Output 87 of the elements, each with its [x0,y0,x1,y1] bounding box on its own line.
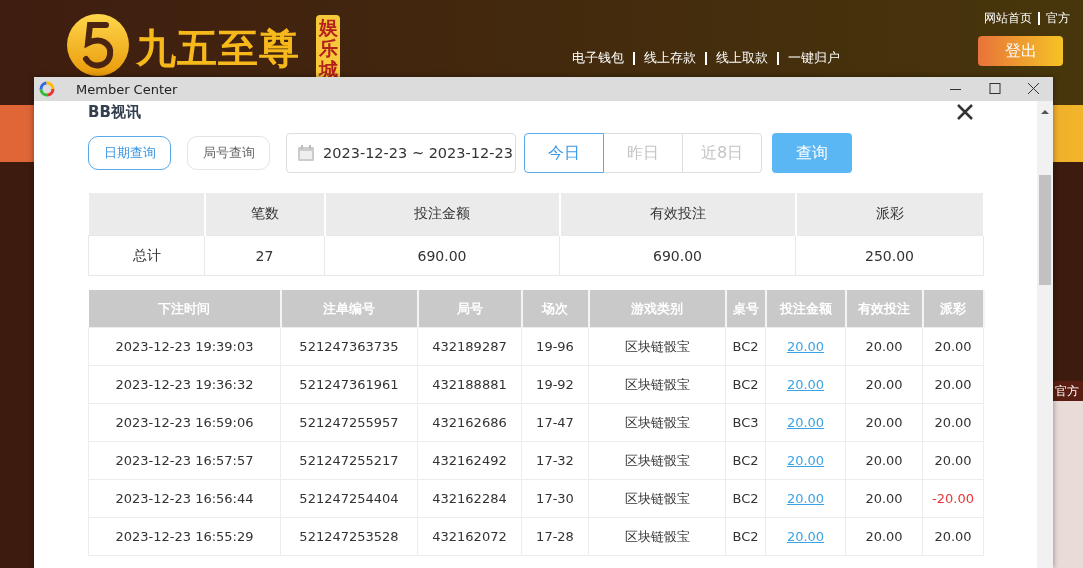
table-cell: 521247255217 [280,441,418,480]
table-cell: 17-47 [521,403,589,442]
table-cell: 521247361961 [280,365,418,404]
table-cell: 20.00 [922,403,984,442]
table-cell: BC2 [725,327,766,366]
table-cell: 432188881 [417,365,522,404]
nav-link[interactable]: 电子钱包 [572,49,624,67]
nav-link[interactable]: 线上取款 [716,49,768,67]
scroll-thumb[interactable] [1039,175,1051,285]
table-cell: 17-32 [521,441,589,480]
table-cell: -20.00 [922,479,984,518]
table-cell: 2023-12-23 19:39:03 [88,327,281,366]
table-cell: 521247255957 [280,403,418,442]
table-cell: 区块链骰宝 [588,403,726,442]
table-cell: 20.00 [845,327,923,366]
table-cell: BC2 [725,365,766,404]
table-cell: 250.00 [795,235,984,276]
bet-link[interactable]: 20.00 [786,529,825,544]
table-cell: 2023-12-23 19:36:32 [88,365,281,404]
range-button[interactable]: 近8日 [682,133,762,173]
range-button[interactable]: 今日 [524,133,604,173]
table-cell: 区块链骰宝 [588,327,726,366]
table-cell: 20.00 [845,517,923,556]
scrollbar[interactable] [1037,101,1053,568]
section-title: BB视讯 [88,102,141,122]
query-button[interactable]: 查询 [772,133,852,173]
nav-link[interactable]: 线上存款 [644,49,696,67]
range-button[interactable]: 昨日 [603,133,683,173]
table-cell: 2023-12-23 16:56:44 [88,479,281,518]
top-link[interactable]: 官方 [1046,11,1070,26]
table-cell: 区块链骰宝 [588,441,726,480]
table-cell: 20.00 [845,479,923,518]
table-cell: 20.00 [845,403,923,442]
table-cell: 27 [204,235,325,276]
top-link[interactable]: 网站首页 [984,11,1032,26]
brand-name: 九五至尊 [136,24,300,73]
table-cell: 20.00 [922,365,984,404]
table-cell: 20.00 [845,365,923,404]
table-cell: 20.00 [922,441,984,480]
table-cell: 总计 [88,235,205,276]
column-header: 笔数 [204,193,325,236]
table-cell: 432162072 [417,517,522,556]
logout-button[interactable]: 登出 [978,36,1063,66]
table-cell: 区块链骰宝 [588,479,726,518]
table-cell: 690.00 [324,235,560,276]
table-cell: 区块链骰宝 [588,517,726,556]
table-cell: 2023-12-23 16:59:06 [88,403,281,442]
table-cell: 432162492 [417,441,522,480]
table-cell: 20.00 [922,517,984,556]
logo-icon [66,13,130,77]
app-icon [39,81,55,97]
window-title: Member Center [76,81,178,97]
table-cell: 19-92 [521,365,589,404]
table-cell: 432162284 [417,479,522,518]
table-cell: 432189287 [417,327,522,366]
bet-link[interactable]: 20.00 [786,377,825,392]
nav-link[interactable]: 一键归户 [788,49,840,67]
date-range-field[interactable]: 2023-12-23 ~ 2023-12-23 [286,133,516,173]
table-cell: 17-30 [521,479,589,518]
table-cell: 17-28 [521,517,589,556]
column-header: 派彩 [795,193,984,236]
table-cell: 521247253528 [280,517,418,556]
table-cell: 690.00 [559,235,796,276]
table-cell: 432162686 [417,403,522,442]
query-tab[interactable]: 局号查询 [187,136,270,170]
close-icon[interactable] [955,102,975,122]
bet-link[interactable]: 20.00 [786,491,825,506]
table-cell: BC2 [725,441,766,480]
table-cell: 区块链骰宝 [588,365,726,404]
table-cell: 2023-12-23 16:57:57 [88,441,281,480]
table-cell: 2023-12-23 16:55:29 [88,517,281,556]
table-cell: 521247363735 [280,327,418,366]
column-header: 投注金额 [324,193,560,236]
table-cell: 19-96 [521,327,589,366]
table-cell: BC2 [725,479,766,518]
bet-link[interactable]: 20.00 [786,339,825,354]
table-cell: 20.00 [922,327,984,366]
bet-link[interactable]: 20.00 [786,453,825,468]
table-cell: BC2 [725,517,766,556]
calendar-icon [297,144,315,162]
column-header: 有效投注 [559,193,796,236]
side-link[interactable]: 官方 [1053,381,1083,401]
table-cell: BC3 [725,403,766,442]
table-cell: 521247254404 [280,479,418,518]
query-tab[interactable]: 日期查询 [88,136,171,170]
table-cell: 20.00 [845,441,923,480]
bet-link[interactable]: 20.00 [786,415,825,430]
